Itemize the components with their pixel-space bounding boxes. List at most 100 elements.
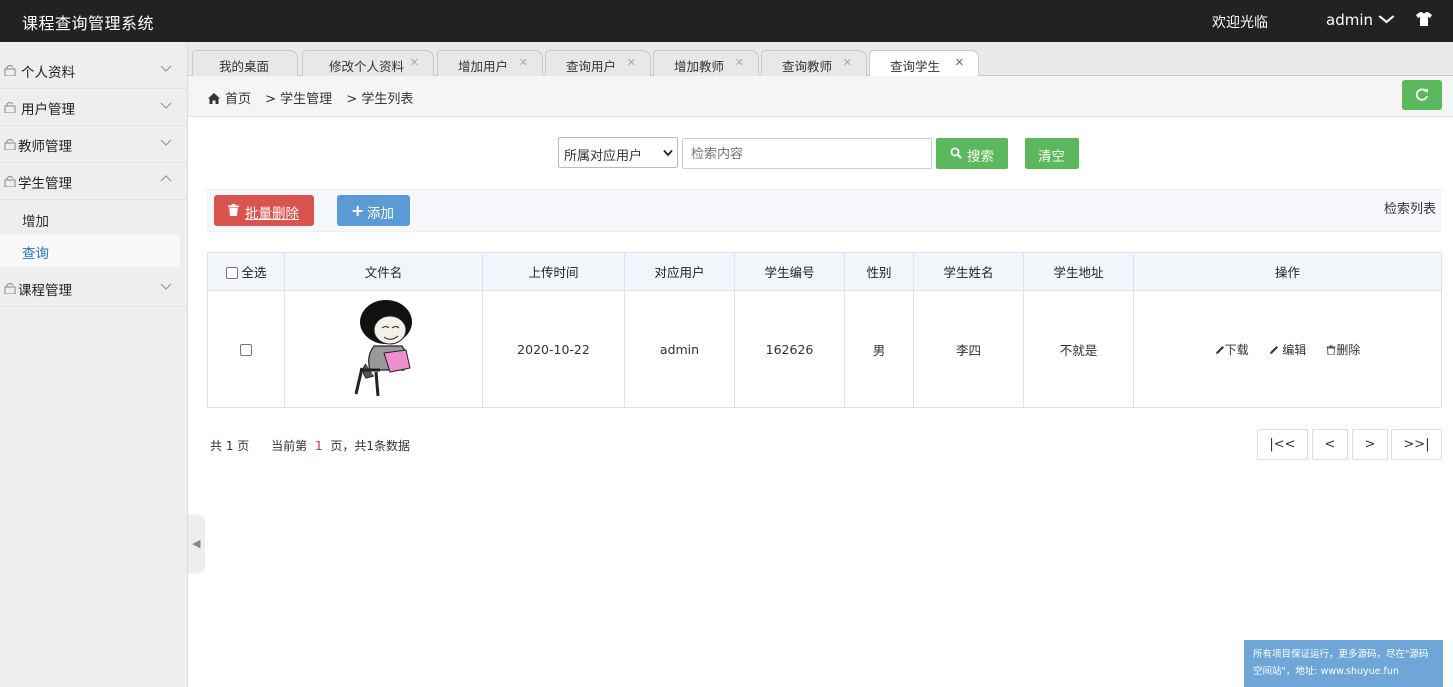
first-page-label: |<< [1269, 437, 1296, 452]
list-title: 检索列表 [1383, 202, 1436, 217]
sidebar-item-label: 课程管理 [18, 283, 72, 299]
first-page-button[interactable]: |<< [1257, 429, 1308, 460]
sidebar-item-teachers[interactable]: 教师管理 [0, 126, 188, 163]
column-header: 学生编号 [734, 252, 845, 291]
select-value: 所属对应用户 [564, 149, 643, 164]
tab-desktop[interactable]: 我的桌面 [192, 50, 298, 76]
edit-link[interactable]: 编辑 [1269, 341, 1307, 358]
add-button[interactable]: + 添加 [337, 195, 410, 226]
breadcrumb-home[interactable]: 首页 [225, 92, 251, 107]
search-button[interactable]: 搜索 [936, 138, 1008, 169]
sidebar-item-users[interactable]: 用户管理 [0, 89, 188, 126]
search-button-label: 搜索 [967, 149, 994, 165]
student-no-cell: 162626 [734, 290, 845, 408]
plus-icon: + [351, 201, 365, 220]
select-all-header[interactable]: 全选 [207, 252, 285, 291]
action-bar: 批量删除 + 添加 检索列表 [207, 189, 1441, 232]
close-icon[interactable]: ✕ [843, 56, 852, 69]
chevron-down-icon[interactable] [1378, 14, 1395, 24]
edit-label: 编辑 [1282, 342, 1307, 357]
close-icon[interactable]: ✕ [410, 56, 419, 69]
lock-icon [4, 176, 16, 187]
username-label: admin [1326, 11, 1373, 29]
breadcrumb-bar: 首页 > 学生管理 > 学生列表 [188, 76, 1453, 117]
refresh-button[interactable] [1402, 80, 1442, 110]
delete-link[interactable]: 删除 [1326, 341, 1360, 358]
close-icon[interactable]: ✕ [519, 56, 528, 69]
tab-query-student[interactable]: 查询学生 ✕ [869, 50, 979, 77]
user-menu[interactable]: admin [1326, 11, 1373, 29]
breadcrumb: 首页 > 学生管理 > 学生列表 [208, 88, 413, 107]
breadcrumb-level1[interactable]: > 学生管理 [265, 92, 332, 107]
promo-banner: 所有项目保证运行，更多源码，尽在"源码 空间站"，地址: www.shuyue.… [1244, 640, 1443, 687]
page-info: 共 1 页 当前第 1 页，共1条数据 [210, 437, 410, 454]
next-page-button[interactable]: > [1352, 429, 1388, 460]
tab-add-user[interactable]: 增加用户 ✕ [437, 50, 543, 76]
close-icon[interactable]: ✕ [627, 56, 636, 69]
lock-icon [4, 102, 16, 113]
column-header: 对应用户 [624, 252, 735, 291]
tab-label: 增加用户 [458, 59, 509, 74]
app-title: 课程查询管理系统 [22, 14, 155, 33]
sidebar-item-courses[interactable]: 课程管理 [0, 270, 188, 307]
last-page-label: >>| [1403, 437, 1430, 452]
refresh-icon [1415, 88, 1428, 101]
pencil-icon [1269, 345, 1278, 354]
batch-delete-button[interactable]: 批量删除 [214, 195, 314, 226]
sidebar-subitem-query[interactable]: 查询 [0, 235, 180, 267]
trash-icon [228, 204, 239, 216]
sidebar-collapse-handle[interactable]: ◀ [188, 515, 205, 573]
tab-query-user[interactable]: 查询用户 ✕ [545, 50, 651, 76]
row-checkbox[interactable] [240, 343, 252, 356]
total-pages-text: 共 1 页 [210, 439, 250, 453]
column-header: 文件名 [284, 252, 483, 291]
current-page-prefix: 当前第 [271, 439, 308, 453]
welcome-text: 欢迎光临 [1212, 15, 1268, 31]
current-page-suffix: 页，共1条数据 [330, 439, 411, 453]
chevron-up-icon [160, 175, 172, 182]
select-all-checkbox[interactable] [225, 267, 238, 279]
column-header: 学生地址 [1023, 252, 1134, 291]
sidebar-item-students[interactable]: 学生管理 [0, 163, 188, 200]
tab-label: 我的桌面 [219, 59, 270, 74]
sidebar-subitem-label: 增加 [22, 214, 49, 230]
tab-label: 查询教师 [782, 59, 833, 74]
user-cell: admin [624, 290, 735, 408]
tab-query-teacher[interactable]: 查询教师 ✕ [761, 50, 867, 76]
tab-add-teacher[interactable]: 增加教师 ✕ [653, 50, 759, 76]
download-link[interactable]: 下载 [1215, 341, 1249, 358]
clear-button[interactable]: 清空 [1025, 138, 1079, 169]
close-icon[interactable]: ✕ [735, 56, 744, 69]
sidebar-item-profile[interactable]: 个人资料 [0, 52, 188, 89]
shirt-icon[interactable] [1415, 10, 1433, 28]
close-icon[interactable]: ✕ [955, 56, 964, 69]
lock-icon [4, 139, 16, 150]
chevron-down-icon [663, 149, 673, 157]
sidebar-subitem-add[interactable]: 增加 [0, 203, 180, 235]
tab-edit-profile[interactable]: 修改个人资料 ✕ [302, 50, 434, 76]
lock-icon [4, 283, 16, 294]
user-filter-select[interactable]: 所属对应用户 [558, 137, 678, 168]
row-checkbox-cell [207, 290, 285, 408]
download-label: 下载 [1224, 342, 1249, 357]
clear-button-label: 清空 [1038, 149, 1065, 165]
table-header-row: 全选 文件名 上传时间 对应用户 学生编号 性别 学生姓名 学生地址 操作 [207, 252, 1442, 291]
sidebar-subitem-label: 查询 [22, 246, 49, 262]
upload-time-cell: 2020-10-22 [482, 290, 625, 408]
search-input[interactable] [682, 138, 932, 169]
breadcrumb-level2: > 学生列表 [346, 92, 414, 107]
last-page-button[interactable]: >>| [1391, 429, 1442, 460]
gender-cell: 男 [844, 290, 914, 408]
top-header: 课程查询管理系统 欢迎光临 admin [0, 0, 1453, 42]
batch-delete-label: 批量删除 [245, 206, 299, 222]
next-page-label: > [1364, 437, 1376, 452]
prev-page-button[interactable]: < [1312, 429, 1348, 460]
column-header: 学生姓名 [913, 252, 1024, 291]
add-button-label: 添加 [367, 206, 394, 222]
meme-thumbnail-image[interactable] [344, 298, 424, 398]
sidebar-item-label: 教师管理 [18, 139, 72, 155]
sidebar: 个人资料 用户管理 教师管理 学生管理 增加 查询 课程管理 [0, 42, 188, 687]
chevron-down-icon [160, 65, 172, 72]
chevron-down-icon [160, 139, 172, 146]
table-row: 2020-10-22 admin 162626 男 李四 不就是 下载 编辑 删… [207, 290, 1442, 408]
